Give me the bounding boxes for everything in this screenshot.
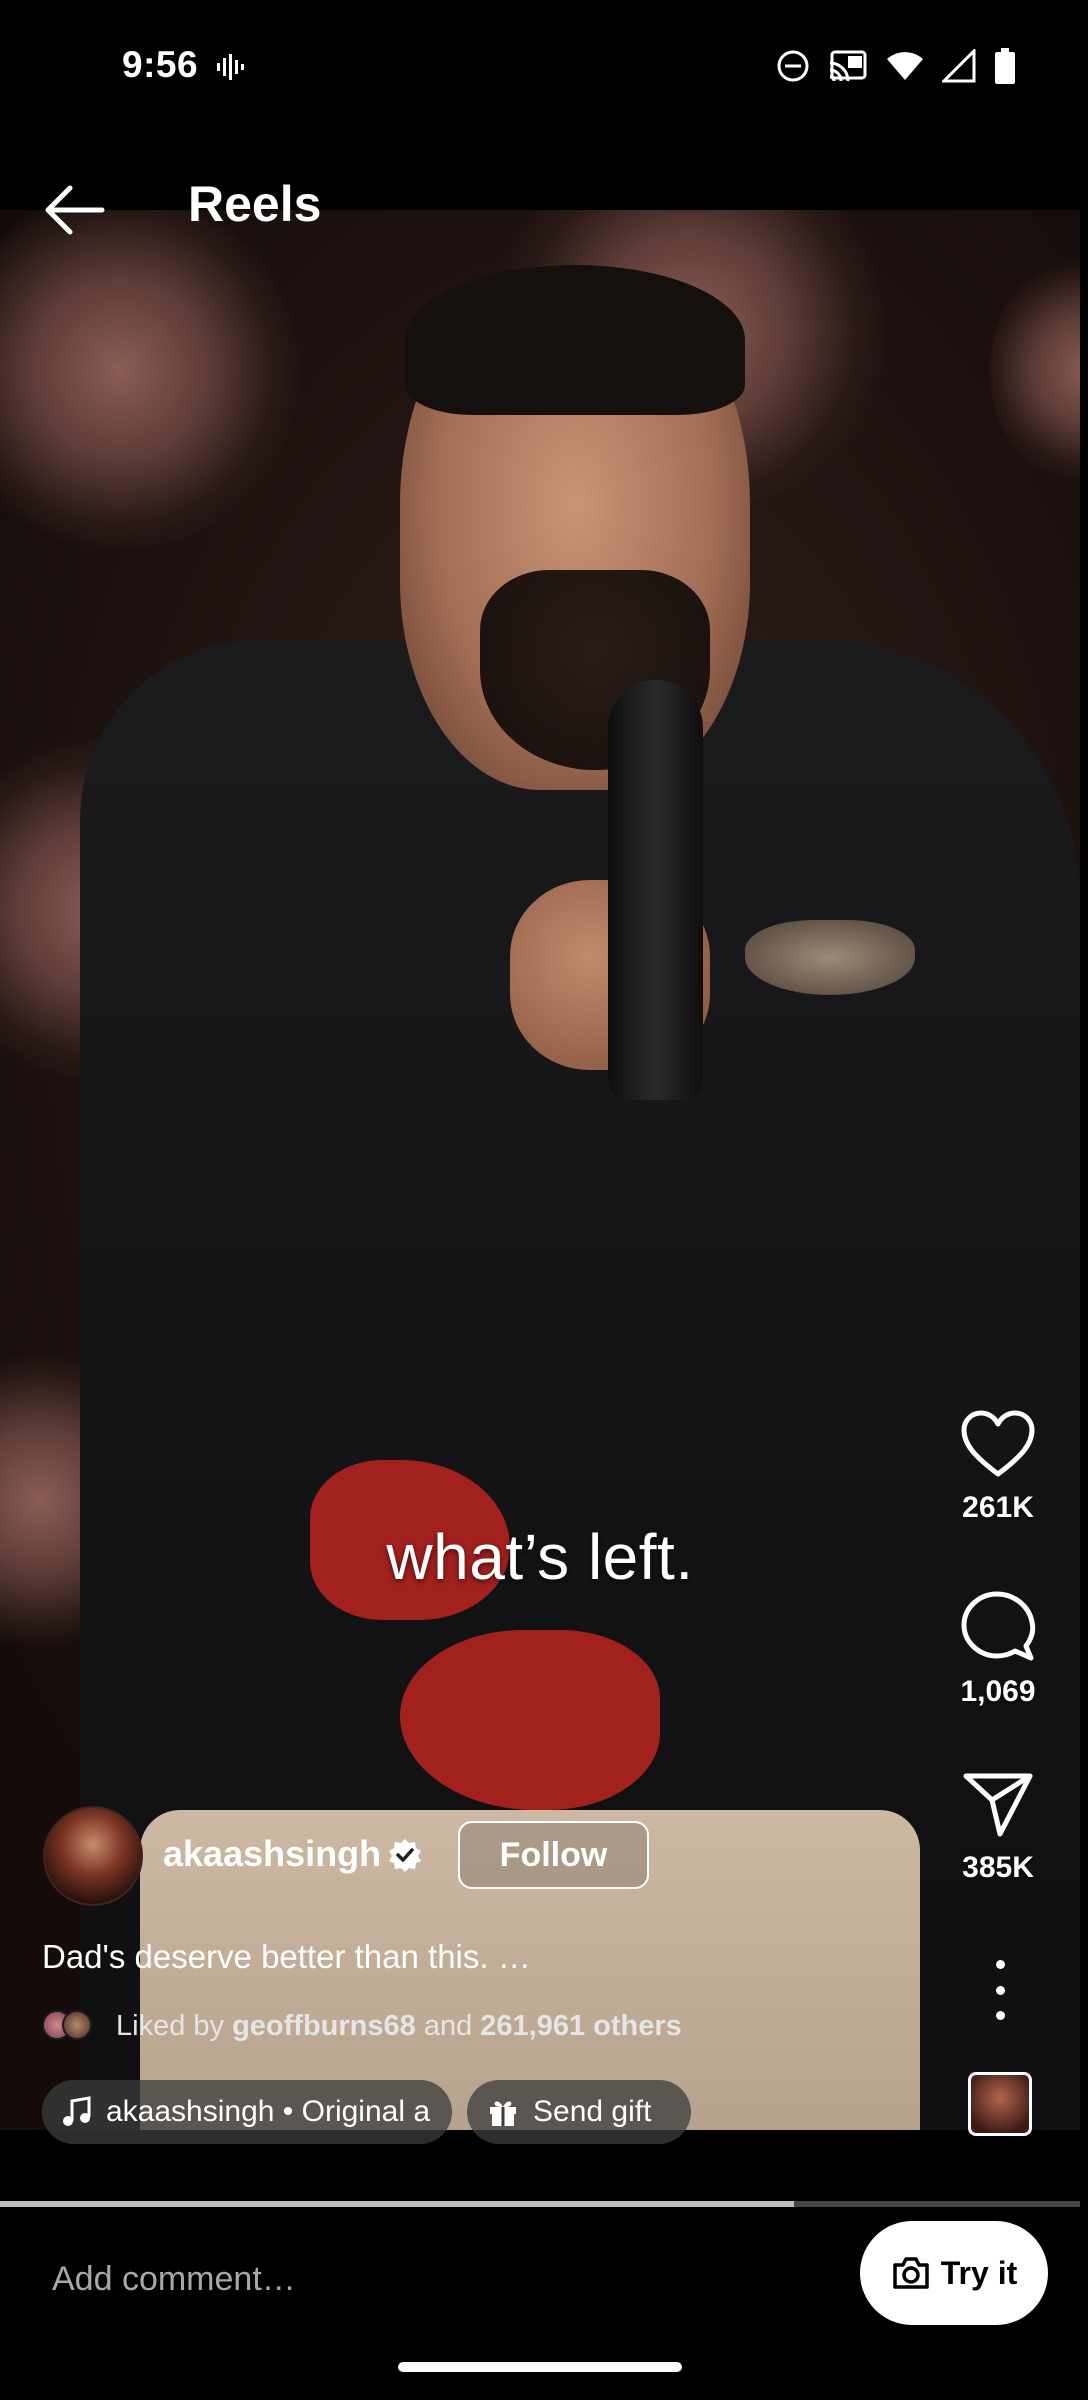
camera-icon [893, 2257, 929, 2289]
comment-button[interactable]: 1,069 [938, 1590, 1058, 1709]
like-count: 261K [962, 1491, 1034, 1524]
dot [995, 1960, 1005, 1969]
signal-icon [942, 49, 976, 83]
liked-and: and [423, 2009, 473, 2042]
do-not-disturb-icon [777, 50, 809, 82]
more-options-button[interactable] [980, 1960, 1020, 2020]
performer-hair [405, 265, 745, 415]
pocket-square [745, 920, 915, 995]
dot [995, 2011, 1005, 2020]
liker-avatars [42, 2008, 102, 2044]
video-caption: what’s left. [386, 1521, 694, 1593]
home-indicator[interactable] [398, 2362, 682, 2372]
liked-user[interactable]: geoffburns68 [232, 2010, 416, 2043]
stage-light [0, 210, 300, 550]
heart-icon [961, 1410, 1035, 1477]
comment-input[interactable]: Add comment… [52, 2260, 296, 2299]
gift-icon [490, 2101, 516, 2126]
arrow-left-icon[interactable] [40, 180, 110, 240]
playback-progress[interactable] [0, 2201, 1080, 2207]
status-icons [776, 48, 1016, 84]
avatar[interactable] [43, 1806, 143, 1906]
audio-label: akaashsingh • Original a [106, 2095, 431, 2128]
share-count: 385K [962, 1851, 1034, 1884]
music-note-icon [63, 2096, 91, 2126]
audio-chip[interactable]: akaashsingh • Original a [42, 2080, 452, 2144]
follow-button[interactable]: Follow [458, 1821, 649, 1889]
gift-label: Send gift [533, 2095, 652, 2128]
username[interactable]: akaashsingh [163, 1833, 381, 1875]
comment-icon [961, 1591, 1036, 1661]
like-button[interactable]: 261K [938, 1410, 1058, 1525]
try-it-button[interactable]: Try it [860, 2221, 1048, 2325]
dot [995, 1985, 1005, 1995]
voice-activity-icon [217, 54, 244, 80]
liked-others[interactable]: 261,961 others [480, 2010, 682, 2043]
send-gift-button[interactable]: Send gift [467, 2080, 691, 2144]
try-it-label: Try it [940, 2254, 1018, 2291]
comment-count: 1,069 [960, 1675, 1036, 1708]
stage-light [990, 250, 1080, 490]
paper-plane-icon [963, 1773, 1033, 1837]
microphone [608, 680, 703, 1100]
liked-by-row[interactable]: Liked by geoffburns68 and 261,961 others [42, 2008, 682, 2044]
post-description[interactable]: Dad's deserve better than this. … [42, 1938, 531, 1976]
audio-thumbnail[interactable] [968, 2072, 1032, 2136]
wifi-icon [887, 52, 923, 80]
page-title: Reels [188, 176, 322, 232]
liker-avatar [62, 2010, 92, 2040]
verified-badge-icon [389, 1839, 421, 1872]
battery-icon [995, 48, 1015, 84]
playback-progress-fill [0, 2201, 794, 2207]
status-time: 9:56 [122, 44, 199, 85]
status-bar: 9:56 [0, 0, 1088, 135]
liked-prefix: Liked by [116, 2009, 225, 2042]
cast-icon [829, 50, 867, 82]
share-button[interactable]: 385K [938, 1770, 1058, 1885]
